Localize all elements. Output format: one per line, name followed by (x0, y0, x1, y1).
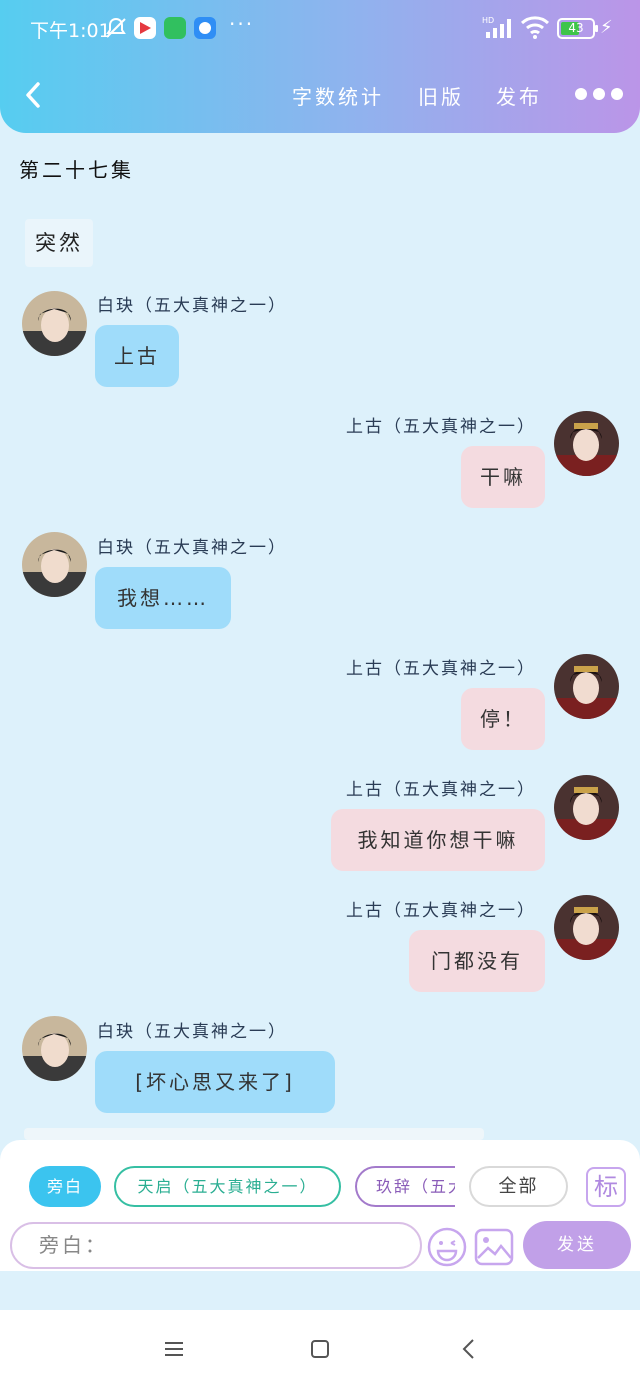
menu-icon[interactable] (159, 1334, 189, 1364)
avatar-shanggu[interactable] (554, 775, 619, 840)
battery-level: 43 (568, 21, 584, 35)
charging-icon: ⚡ (600, 17, 613, 38)
old-version-button[interactable]: 旧版 (418, 81, 464, 110)
tag-button[interactable]: 标 (586, 1167, 626, 1207)
image-icon[interactable] (474, 1228, 514, 1266)
avatar-shanggu[interactable] (554, 654, 619, 719)
hd-signal-icon: HD (482, 16, 511, 38)
avatar-baijue[interactable] (22, 532, 87, 597)
more-options-icon[interactable] (574, 84, 624, 104)
battery-icon: 43 (557, 18, 598, 39)
message-bubble[interactable]: 干嘛 (461, 446, 545, 508)
message-bubble[interactable]: [坏心思又来了] (95, 1051, 335, 1113)
avatar-baijue[interactable] (22, 291, 87, 356)
word-count-button[interactable]: 字数统计 (292, 81, 384, 110)
avatar-shanggu[interactable] (554, 411, 619, 476)
green-app-icon (164, 17, 186, 39)
blue-app-icon (194, 17, 216, 39)
chip-narrator[interactable]: 旁白 (29, 1166, 101, 1207)
message-bubble[interactable]: 上古 (95, 325, 179, 387)
mute-bell-icon (106, 17, 126, 38)
chip-all[interactable]: 全部 (469, 1166, 568, 1207)
back-arrow-icon[interactable] (22, 80, 44, 110)
speaker-name: 上古（五大真神之一） (346, 417, 536, 437)
app-header: 下午1:01 ··· HD 43 ⚡ 字数统计 旧版 发布 (0, 0, 640, 133)
more-icon: ··· (229, 12, 255, 36)
message-input[interactable]: 旁白： (10, 1222, 422, 1269)
status-bar: 下午1:01 ··· HD 43 ⚡ (0, 0, 640, 58)
message-bubble[interactable]: 停！ (461, 688, 545, 750)
avatar-shanggu[interactable] (554, 895, 619, 960)
system-nav-bar (0, 1310, 640, 1387)
message-bubble[interactable]: 门都没有 (409, 930, 545, 992)
speaker-name: 白玦（五大真神之一） (97, 1022, 287, 1042)
status-time: 下午1:01 (30, 20, 111, 42)
back-nav-icon[interactable] (454, 1334, 484, 1364)
speaker-name: 白玦（五大真神之一） (97, 538, 287, 558)
publish-button[interactable]: 发布 (496, 81, 542, 110)
video-app-icon (134, 17, 156, 39)
chip-tianqi[interactable]: 天启（五大真神之一） (114, 1166, 341, 1207)
message-bubble[interactable]: 我知道你想干嘛 (331, 809, 545, 871)
next-message-peek (24, 1128, 484, 1140)
narration-box[interactable]: 突然 (25, 219, 93, 267)
message-bubble[interactable]: 我想…… (95, 567, 231, 629)
speaker-name: 白玦（五大真神之一） (97, 296, 287, 316)
emoji-icon[interactable] (426, 1226, 468, 1268)
avatar-baijue[interactable] (22, 1016, 87, 1081)
svg-text:HD: HD (482, 16, 494, 25)
home-icon[interactable] (305, 1334, 335, 1364)
chip-jiuci[interactable]: 玖辞（五大真神之一） (355, 1166, 455, 1207)
wifi-icon (520, 16, 550, 39)
speaker-name: 上古（五大真神之一） (346, 901, 536, 921)
episode-title: 第二十七集 (19, 158, 134, 182)
send-button[interactable]: 发送 (523, 1221, 631, 1269)
speaker-name: 上古（五大真神之一） (346, 780, 536, 800)
speaker-name: 上古（五大真神之一） (346, 659, 536, 679)
